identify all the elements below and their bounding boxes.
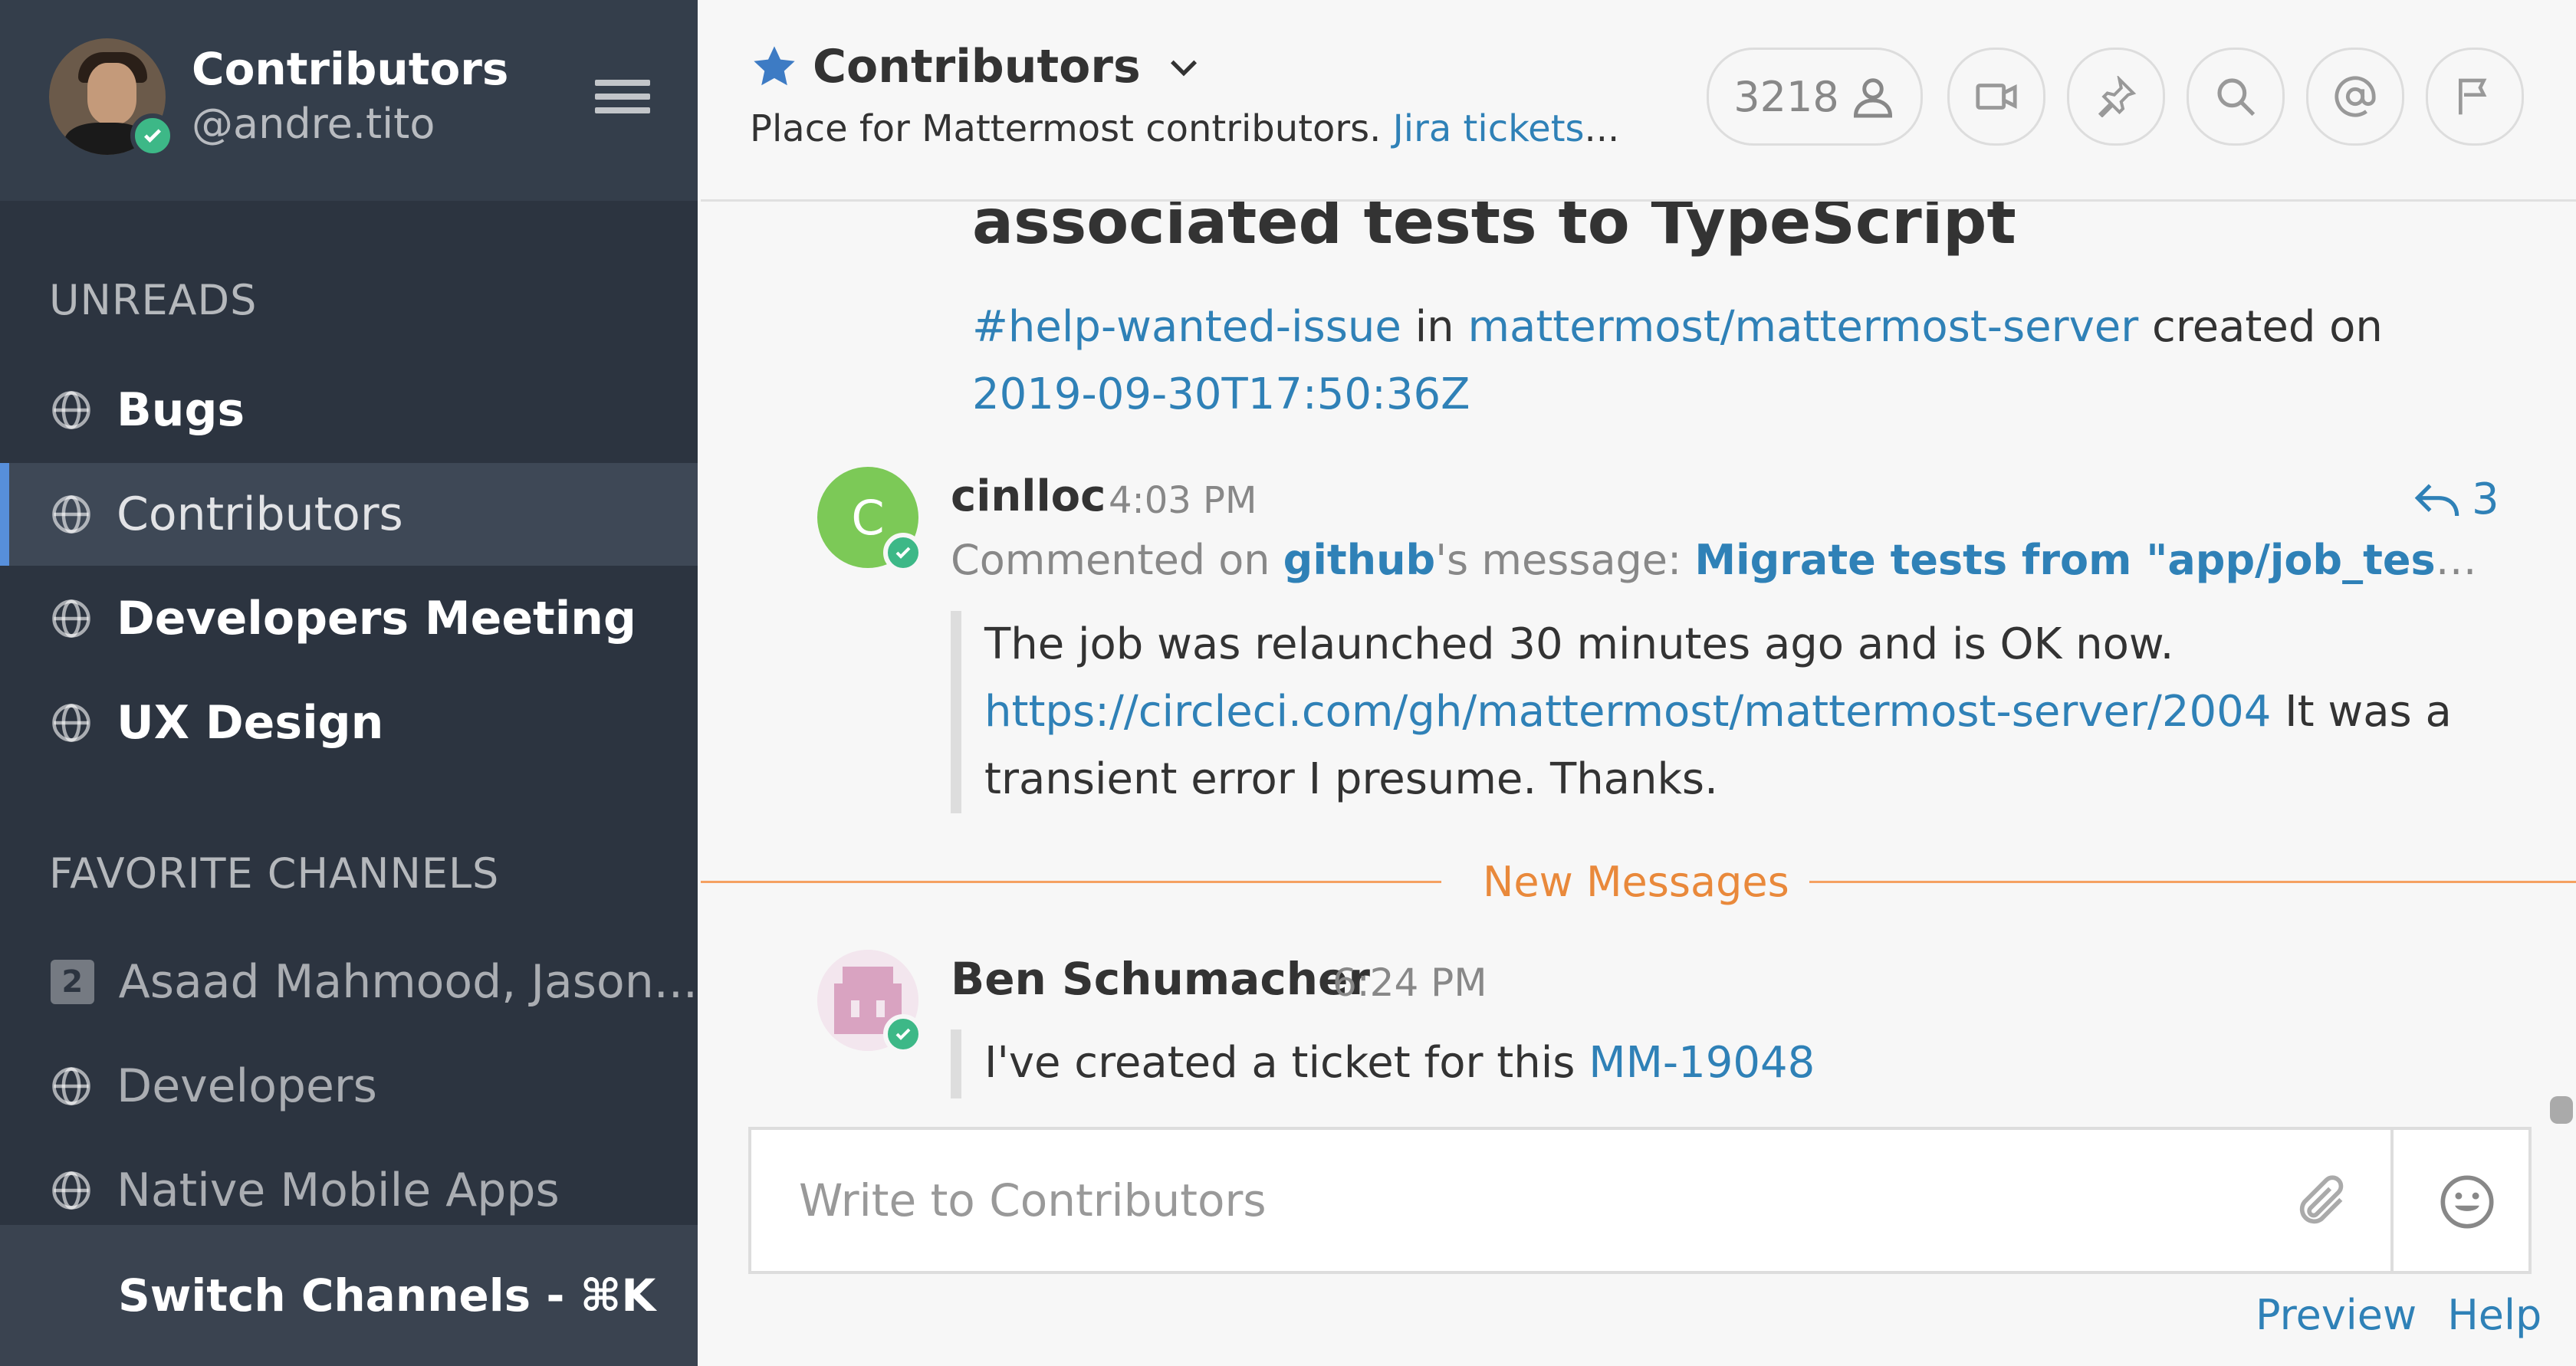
chevron-down-icon[interactable] [1164, 47, 1204, 87]
paperclip-icon[interactable] [2292, 1173, 2351, 1231]
comment-context: Commented on github's message: Migrate t… [951, 536, 2484, 584]
channel-name: Contributors [813, 40, 1141, 94]
post-body: The job was relaunched 30 minutes ago an… [951, 611, 2456, 813]
favorites-section-title: FAVORITE CHANNELS [49, 849, 500, 898]
menu-icon[interactable] [595, 80, 650, 118]
sidebar-item-label: Contributors [117, 488, 403, 541]
message-input[interactable] [751, 1130, 2300, 1271]
globe-icon [52, 1067, 90, 1105]
preview-link[interactable]: Preview [2256, 1291, 2417, 1339]
jira-tickets-link[interactable]: Jira tickets [1393, 107, 1585, 150]
globe-icon [52, 599, 90, 638]
sidebar-item-contributors[interactable]: Contributors [0, 463, 698, 566]
online-status-icon [883, 533, 923, 573]
sidebar: Contributors @andre.tito UNREADS Bugs Co… [0, 0, 698, 1366]
card-created-text: created on [2138, 302, 2383, 352]
member-list-button[interactable]: 3218 [1707, 48, 1923, 146]
commented-on-text: Commented on [951, 536, 1283, 584]
sidebar-item-developers-meeting[interactable]: Developers Meeting [0, 567, 698, 670]
help-link[interactable]: Help [2447, 1291, 2542, 1339]
sidebar-item-label: Native Mobile Apps [117, 1164, 560, 1217]
globe-icon [52, 704, 90, 742]
card-title: associated tests to TypeScript [972, 202, 2016, 258]
at-mention-icon [2334, 76, 2376, 117]
sidebar-item-bugs[interactable]: Bugs [0, 359, 698, 461]
switch-channels-label: Switch Channels - ⌘K [118, 1269, 656, 1322]
purpose-ellipsis: ... [1584, 107, 1620, 150]
circleci-link[interactable]: https://circleci.com/gh/mattermost/matte… [984, 687, 2271, 737]
date-link[interactable]: 2019-09-30T17:50:36Z [972, 369, 1470, 419]
scrollbar-thumb[interactable] [2550, 1096, 2573, 1124]
search-icon [2217, 78, 2256, 117]
repo-link[interactable]: mattermost/mattermost-server [1467, 302, 2138, 352]
new-messages-separator: New Messages [701, 858, 2576, 906]
hashtag-link[interactable]: #help-wanted-issue [972, 302, 1401, 352]
reply-button[interactable]: 3 [2412, 474, 2499, 524]
parent-message-link[interactable]: Migrate tests from "app/job_test.go" to … [1694, 536, 2484, 584]
composer-divider [2390, 1130, 2394, 1271]
channel-header: Contributors Place for Mattermost contri… [701, 0, 2576, 202]
post-author[interactable]: Ben Schumacher [951, 953, 1370, 1005]
star-icon[interactable] [750, 42, 799, 91]
online-status-icon [130, 113, 175, 158]
avatar-letter: C [851, 489, 885, 546]
video-icon [1976, 84, 2017, 110]
emoji-icon[interactable] [2438, 1173, 2496, 1231]
sidebar-item-label: Developers Meeting [117, 592, 636, 645]
pinned-messages-button[interactable] [2067, 48, 2165, 146]
mentions-button[interactable] [2306, 48, 2404, 146]
purpose-text: Place for Mattermost contributors. [750, 107, 1393, 150]
reply-count: 3 [2472, 474, 2499, 524]
sidebar-item-ux-design[interactable]: UX Design [0, 672, 698, 774]
unreads-section-title: UNREADS [49, 276, 258, 324]
sidebar-item-group-dm[interactable]: 2 Asaad Mahmood, Jason... [0, 931, 698, 1033]
sidebar-header: Contributors @andre.tito [0, 0, 698, 201]
search-button[interactable] [2187, 48, 2285, 146]
globe-icon [52, 1171, 90, 1210]
channel-title[interactable]: Contributors [750, 40, 1204, 94]
sidebar-item-label: UX Design [117, 696, 384, 750]
card-in-text: in [1401, 302, 1468, 352]
post-body-text: I've created a ticket for this [984, 1038, 1589, 1088]
post-list: associated tests to TypeScript #help-wan… [701, 202, 2576, 1121]
message-composer [748, 1127, 2532, 1274]
globe-icon [52, 391, 90, 429]
post-author[interactable]: cinlloc [951, 471, 1106, 521]
message-prefix: 's message: [1435, 536, 1695, 584]
channel-purpose: Place for Mattermost contributors. Jira … [750, 107, 1619, 150]
github-link[interactable]: github [1283, 536, 1436, 584]
member-count-badge: 2 [51, 960, 94, 1004]
globe-icon [52, 495, 90, 534]
reply-arrow-icon [2414, 484, 2459, 516]
username: @andre.tito [192, 100, 435, 148]
team-name[interactable]: Contributors [192, 43, 508, 95]
new-messages-label: New Messages [1483, 858, 1789, 906]
ticket-link[interactable]: MM-19048 [1589, 1038, 1815, 1088]
card-meta: #help-wanted-issue in mattermost/matterm… [972, 294, 2429, 429]
sidebar-item-label: Asaad Mahmood, Jason... [118, 955, 698, 1009]
sidebar-item-label: Bugs [117, 383, 245, 437]
member-count: 3218 [1733, 72, 1839, 121]
sidebar-item-label: Developers [117, 1059, 377, 1113]
post-time[interactable]: 6:24 PM [1332, 960, 1487, 1005]
pin-icon [2098, 76, 2137, 117]
flagged-posts-button[interactable] [2426, 48, 2524, 146]
composer-footer: Preview Help [2256, 1291, 2542, 1339]
user-icon [1853, 78, 1892, 118]
switch-channels-button[interactable]: Switch Channels - ⌘K [0, 1225, 698, 1366]
post-body: I've created a ticket for this MM-19048 [951, 1029, 1815, 1098]
post-body-text: The job was relaunched 30 minutes ago an… [984, 619, 2174, 669]
online-status-icon [883, 1014, 923, 1054]
sidebar-item-developers[interactable]: Developers [0, 1035, 698, 1138]
post-time[interactable]: 4:03 PM [1109, 479, 1257, 522]
video-call-button[interactable] [1947, 48, 2045, 146]
flag-icon [2459, 78, 2487, 115]
